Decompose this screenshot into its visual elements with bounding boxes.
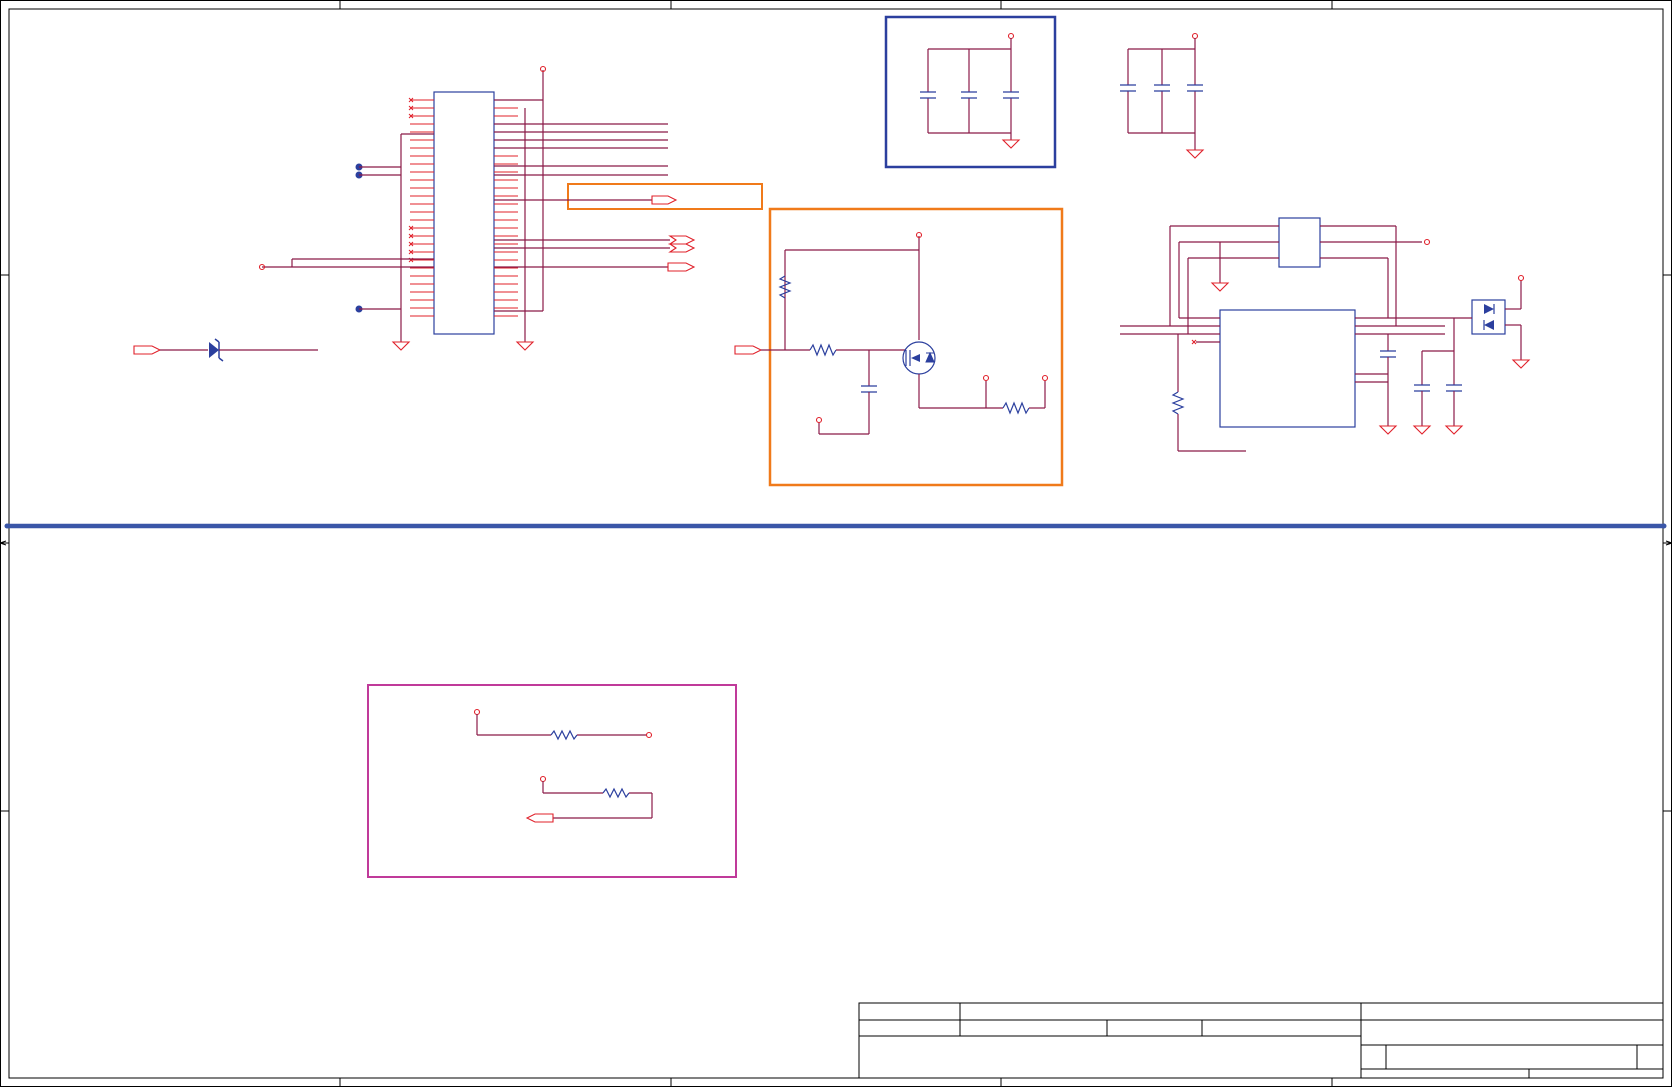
ground-icon (1444, 425, 1464, 435)
capacitor-icon (1414, 384, 1430, 392)
resistor-group-frame (367, 684, 737, 878)
capacitor-icon (1187, 84, 1203, 92)
capacitor-icon (1380, 350, 1396, 358)
off-page-connector-icon (734, 345, 763, 355)
resistor-icon (1171, 391, 1185, 415)
resistor-icon (809, 343, 837, 357)
schematic-canvas (0, 0, 1672, 1087)
main-ic (1219, 309, 1356, 428)
ground-icon (1378, 425, 1398, 435)
regulator-ic-circuit (1120, 217, 1531, 452)
resistor-group (473, 708, 653, 823)
ground-icon (1001, 139, 1021, 149)
connector-ic (258, 70, 670, 338)
capacitor-icon (1446, 384, 1462, 392)
off-page-connector-icon (133, 345, 162, 355)
decoupling-capacitors (920, 32, 1021, 149)
zener-diode-circuit (133, 338, 318, 362)
ground-icon (1210, 282, 1230, 292)
off-page-connector-icon (651, 195, 678, 205)
connector-pins (408, 97, 518, 317)
small-ic (1278, 217, 1321, 268)
capacitor-icon (1154, 84, 1170, 92)
resistor-icon (602, 787, 630, 799)
mosfet-switch-circuit (734, 231, 1049, 435)
ground-icon (1511, 359, 1531, 369)
off-page-connector-icon (525, 813, 554, 823)
zener-diode-icon (209, 342, 219, 358)
page-divider (0, 523, 1672, 546)
resistor-icon (550, 729, 578, 741)
resistor-icon (1002, 401, 1030, 415)
ground-icon (1185, 149, 1205, 159)
bulk-capacitors (1120, 32, 1205, 159)
off-page-connector-icon (667, 262, 696, 272)
ground-icon (391, 338, 411, 351)
off-page-connector-icon (668, 235, 696, 245)
junction-dots (355, 163, 401, 313)
schematic-sheet (0, 0, 1672, 1087)
dual-diode-icon (1471, 299, 1506, 335)
capacitor-icon (1120, 84, 1136, 92)
mosfet-icon (902, 341, 936, 375)
ground-icon (1412, 425, 1432, 435)
capacitor-icon (961, 91, 977, 99)
capacitor-icon (1003, 91, 1019, 99)
capacitor-icon (920, 91, 936, 99)
title-block (858, 1002, 1664, 1079)
capacitor-icon (861, 385, 877, 393)
no-connect-icon (1191, 339, 1197, 345)
drawing-frame (0, 0, 1672, 1087)
off-page-connector-icon (668, 243, 696, 253)
ground-icon (515, 338, 535, 351)
